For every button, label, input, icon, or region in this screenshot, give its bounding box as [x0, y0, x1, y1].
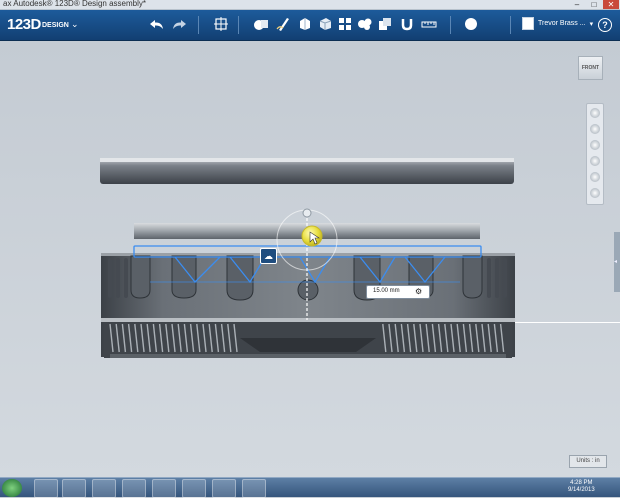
- scene-3d[interactable]: [0, 0, 620, 496]
- dimension-value[interactable]: 15.00 mm: [373, 288, 400, 294]
- view-style-icon[interactable]: [590, 172, 600, 182]
- pan-icon[interactable]: [590, 108, 600, 118]
- clock-time: 4:28 PM: [570, 480, 593, 486]
- base-body-part[interactable]: [101, 253, 515, 358]
- side-panel-tab[interactable]: ◂: [614, 232, 620, 292]
- view-cube-front[interactable]: FRONT: [578, 56, 603, 80]
- fit-icon[interactable]: [590, 156, 600, 166]
- context-toolbar-icon[interactable]: ☁: [260, 248, 277, 264]
- solidworks-icon[interactable]: [62, 479, 86, 498]
- orbit-icon[interactable]: [590, 124, 600, 134]
- document-icon[interactable]: [212, 479, 236, 498]
- skype-icon[interactable]: [122, 479, 146, 498]
- wrench-icon[interactable]: ⚙: [415, 287, 422, 296]
- word-icon[interactable]: [242, 479, 266, 498]
- start-button[interactable]: [2, 479, 22, 497]
- visibility-icon[interactable]: [590, 188, 600, 198]
- app-icon[interactable]: [152, 479, 176, 498]
- chrome-icon[interactable]: [92, 479, 116, 498]
- explorer-icon[interactable]: [34, 479, 58, 498]
- top-lid-part[interactable]: [100, 158, 514, 184]
- side-panel-arrow-icon: ◂: [614, 259, 618, 265]
- zoom-icon[interactable]: [590, 140, 600, 150]
- clock-date: 9/14/2013: [568, 487, 595, 493]
- ground-line: [515, 322, 620, 323]
- autodesk-icon[interactable]: [182, 479, 206, 498]
- navigation-bar: [586, 103, 604, 205]
- dimension-input[interactable]: 15.00 mm ⚙: [366, 285, 430, 299]
- taskbar: 4:28 PM 9/14/2013: [0, 477, 620, 498]
- system-clock[interactable]: 4:28 PM 9/14/2013: [568, 480, 595, 494]
- units-indicator[interactable]: Units : in: [569, 455, 607, 468]
